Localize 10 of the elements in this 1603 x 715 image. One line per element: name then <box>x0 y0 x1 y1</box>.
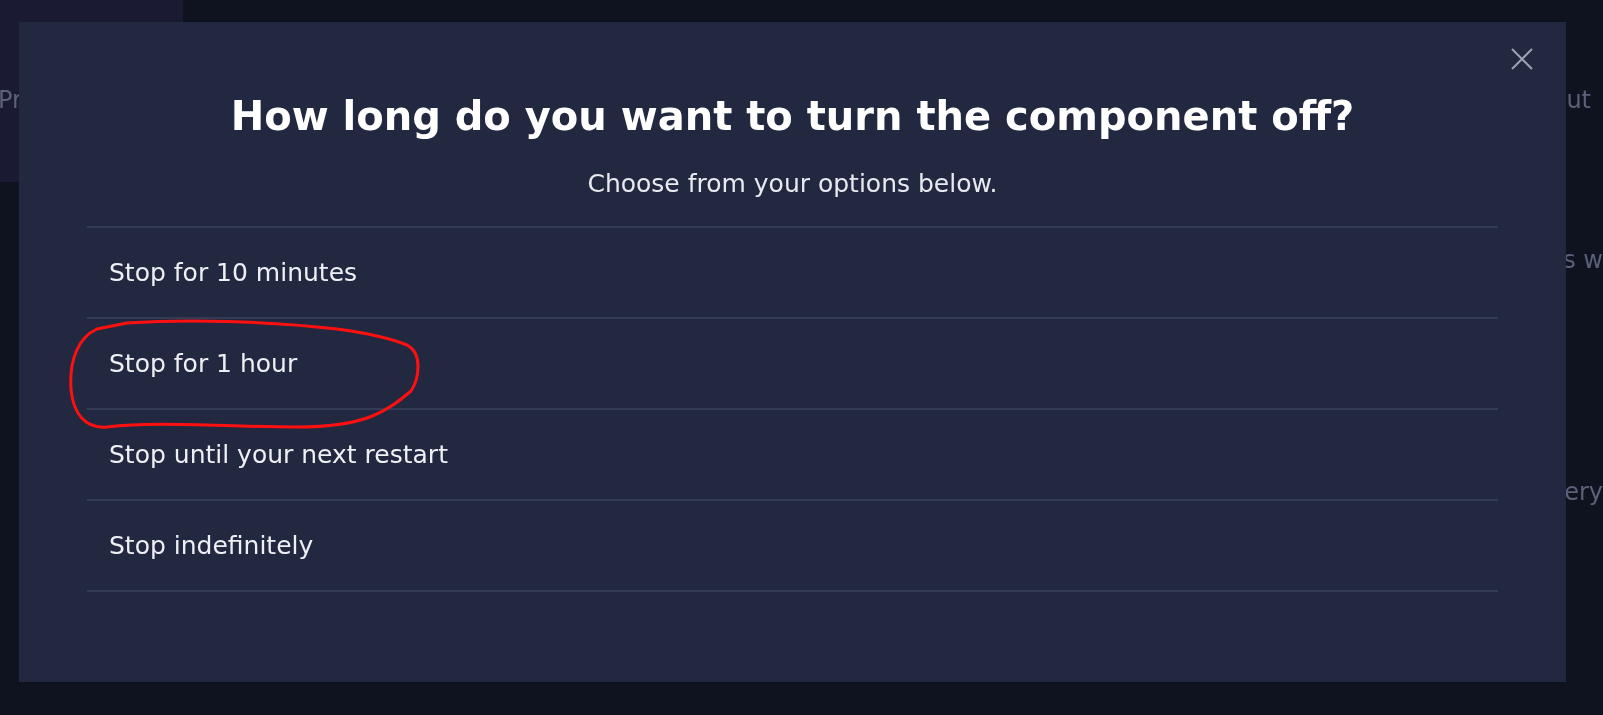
option-item[interactable]: Stop for 10 minutes <box>109 258 358 287</box>
background-text: Pr <box>0 86 22 114</box>
close-icon[interactable] <box>1511 48 1533 70</box>
option-item[interactable]: Stop for 1 hour <box>109 349 298 378</box>
option-item[interactable]: Stop until your next restart <box>109 440 448 469</box>
dialog-subtitle: Choose from your options below. <box>586 168 999 200</box>
background-text: ery <box>1564 478 1603 506</box>
background-text: ut <box>1566 86 1591 114</box>
dialog-title: How long do you want to turn the component off? <box>229 92 1356 141</box>
option-item[interactable]: Stop indefinitely <box>109 531 314 560</box>
